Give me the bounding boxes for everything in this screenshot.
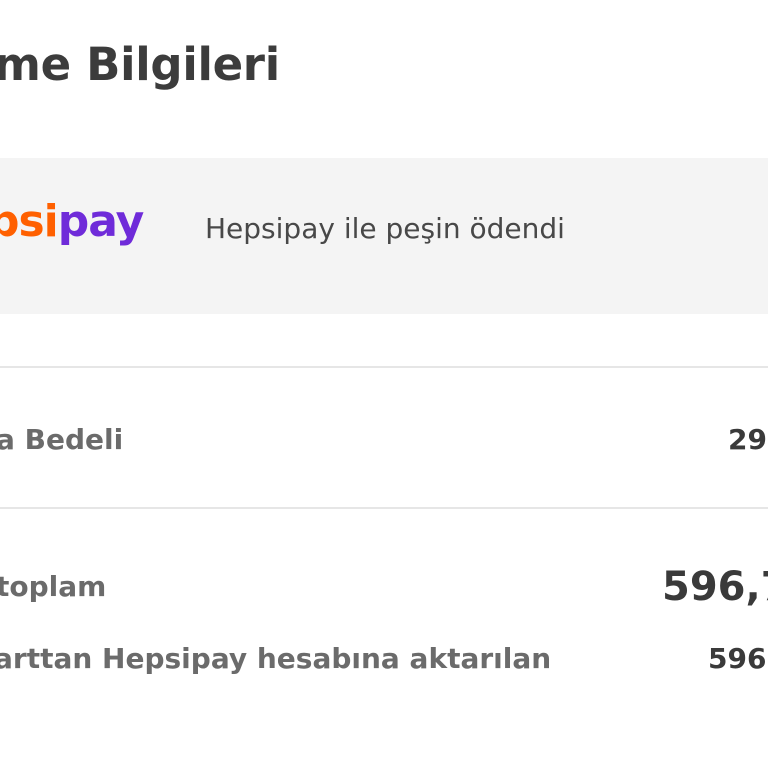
divider xyxy=(0,507,768,509)
logo-part-purple: pay xyxy=(57,196,145,247)
total-label: toplam xyxy=(0,570,107,603)
total-value: 596,7 xyxy=(662,564,768,610)
payment-info-page: me Bilgileri psipay Hepsipay ile peşin ö… xyxy=(0,0,768,768)
shipping-fee-label: a Bedeli xyxy=(0,423,124,456)
page-title: me Bilgileri xyxy=(0,38,280,91)
transferred-label: arttan Hepsipay hesabına aktarılan xyxy=(0,642,552,675)
shipping-fee-value: 29 xyxy=(728,423,767,456)
logo-part-orange: psi xyxy=(0,196,59,247)
divider xyxy=(0,366,768,368)
transferred-value: 596 xyxy=(708,642,767,675)
hepsipay-logo: psipay xyxy=(0,196,145,247)
payment-method-description: Hepsipay ile peşin ödendi xyxy=(205,212,565,245)
